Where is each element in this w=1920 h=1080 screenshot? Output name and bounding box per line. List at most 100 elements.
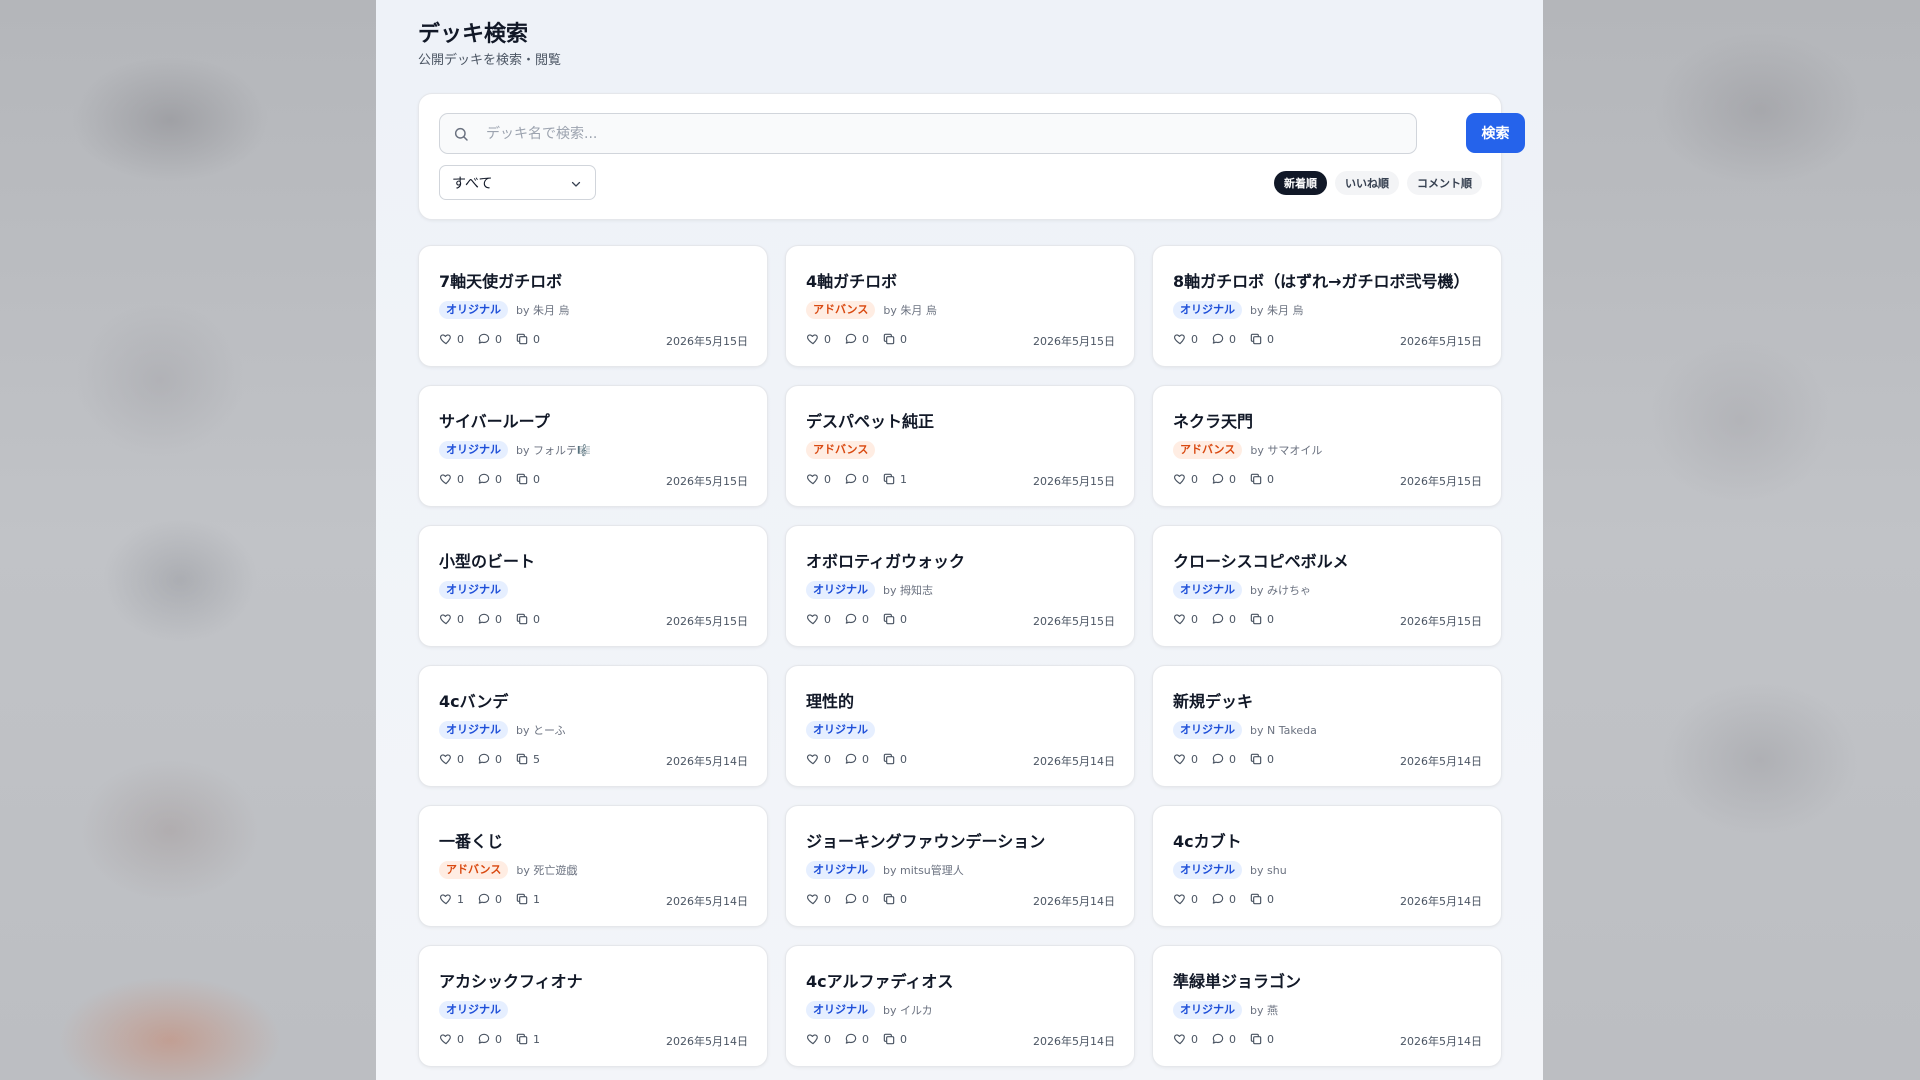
copies-count: 0 [1267, 472, 1274, 486]
likes-stat[interactable]: 0 [1173, 892, 1198, 906]
comments-stat[interactable]: 0 [477, 472, 502, 486]
comments-stat[interactable]: 0 [844, 612, 869, 626]
copies-stat[interactable]: 0 [1249, 612, 1274, 626]
deck-card[interactable]: アカシックフィオナ オリジナル 0 0 1 2026年5月14日 [418, 945, 768, 1067]
comments-stat[interactable]: 0 [477, 752, 502, 766]
deck-card[interactable]: デスパペット純正 アドバンス 0 0 1 2026年5月15日 [785, 385, 1135, 507]
sort-likes[interactable]: いいね順 [1335, 171, 1399, 195]
comments-stat[interactable]: 0 [844, 892, 869, 906]
comments-stat[interactable]: 0 [477, 892, 502, 906]
comments-stat[interactable]: 0 [1211, 752, 1236, 766]
copies-stat[interactable]: 1 [882, 472, 907, 486]
deck-card[interactable]: ネクラ天門 アドバンス by サマオイル 0 0 0 2026年5月15日 [1152, 385, 1502, 507]
deck-card[interactable]: 一番くじ アドバンス by 死亡遊戯 1 0 1 2026年5月14日 [418, 805, 768, 927]
deck-meta: アドバンス by サマオイル [1173, 441, 1322, 459]
comments-stat[interactable]: 0 [1211, 612, 1236, 626]
deck-type-badge: アドバンス [1173, 441, 1243, 459]
likes-stat[interactable]: 0 [1173, 752, 1198, 766]
likes-stat[interactable]: 0 [439, 752, 464, 766]
copy-icon [883, 613, 895, 625]
copies-stat[interactable]: 0 [1249, 892, 1274, 906]
comments-stat[interactable]: 0 [1211, 472, 1236, 486]
likes-stat[interactable]: 0 [1173, 612, 1198, 626]
deck-card[interactable]: クローシスコピペボルメ オリジナル by みけちゃ 0 0 0 2026年5月1… [1152, 525, 1502, 647]
likes-stat[interactable]: 0 [806, 332, 831, 346]
deck-card[interactable]: サイバーループ オリジナル by フォルテ🎼 0 0 0 2026年5月15日 [418, 385, 768, 507]
copies-stat[interactable]: 0 [1249, 1032, 1274, 1046]
deck-date: 2026年5月15日 [1400, 615, 1482, 628]
copies-count: 0 [533, 612, 540, 626]
copies-stat[interactable]: 0 [882, 612, 907, 626]
deck-card[interactable]: 準緑単ジョラゴン オリジナル by 燕 0 0 0 2026年5月14日 [1152, 945, 1502, 1067]
copies-stat[interactable]: 1 [515, 892, 540, 906]
deck-card[interactable]: 4cバンデ オリジナル by とーふ 0 0 5 2026年5月14日 [418, 665, 768, 787]
deck-author: by 朱月 烏 [1250, 304, 1304, 317]
copies-stat[interactable]: 0 [882, 892, 907, 906]
comments-stat[interactable]: 0 [477, 612, 502, 626]
likes-count: 0 [824, 332, 831, 346]
comment-icon [845, 333, 857, 344]
deck-meta: アドバンス by 死亡遊戯 [439, 861, 577, 879]
copies-stat[interactable]: 0 [515, 472, 540, 486]
deck-card[interactable]: 7軸天使ガチロボ オリジナル by 朱月 烏 0 0 0 2026年5月15日 [418, 245, 768, 367]
comments-count: 0 [862, 612, 869, 626]
comments-count: 0 [495, 892, 502, 906]
copies-stat[interactable]: 0 [1249, 752, 1274, 766]
deck-type-badge: オリジナル [439, 301, 508, 319]
likes-stat[interactable]: 0 [439, 1032, 464, 1046]
copies-stat[interactable]: 5 [515, 752, 540, 766]
comments-stat[interactable]: 0 [477, 332, 502, 346]
deck-type-badge: オリジナル [1173, 581, 1242, 599]
search-button[interactable]: 検索 [1466, 113, 1525, 153]
comments-count: 0 [495, 332, 502, 346]
comments-stat[interactable]: 0 [477, 1032, 502, 1046]
likes-stat[interactable]: 0 [439, 472, 464, 486]
copies-stat[interactable]: 0 [1249, 332, 1274, 346]
deck-type-badge: オリジナル [1173, 861, 1242, 879]
deck-card[interactable]: ジョーキングファウンデーション オリジナル by mitsu管理人 0 0 0 … [785, 805, 1135, 927]
copies-stat[interactable]: 0 [882, 752, 907, 766]
sort-newest[interactable]: 新着順 [1274, 171, 1327, 195]
deck-card[interactable]: 理性的 オリジナル 0 0 0 2026年5月14日 [785, 665, 1135, 787]
likes-stat[interactable]: 0 [1173, 1032, 1198, 1046]
copies-stat[interactable]: 0 [1249, 472, 1274, 486]
search-input[interactable] [486, 114, 1406, 153]
copies-count: 0 [533, 332, 540, 346]
deck-meta: オリジナル [439, 581, 508, 599]
comments-stat[interactable]: 0 [844, 752, 869, 766]
likes-stat[interactable]: 0 [806, 752, 831, 766]
deck-card[interactable]: 4軸ガチロボ アドバンス by 朱月 烏 0 0 0 2026年5月15日 [785, 245, 1135, 367]
deck-card[interactable]: 新規デッキ オリジナル by N Takeda 0 0 0 2026年5月14日 [1152, 665, 1502, 787]
copies-stat[interactable]: 0 [515, 332, 540, 346]
sort-comments[interactable]: コメント順 [1407, 171, 1482, 195]
likes-stat[interactable]: 0 [806, 472, 831, 486]
likes-stat[interactable]: 0 [806, 1032, 831, 1046]
likes-stat[interactable]: 0 [1173, 472, 1198, 486]
deck-card[interactable]: 8軸ガチロボ（はずれ→ガチロボ弐号機） オリジナル by 朱月 烏 0 0 0 … [1152, 245, 1502, 367]
deck-card[interactable]: 小型のビート オリジナル 0 0 0 2026年5月15日 [418, 525, 768, 647]
copies-stat[interactable]: 1 [515, 1032, 540, 1046]
comments-stat[interactable]: 0 [1211, 1032, 1236, 1046]
likes-stat[interactable]: 0 [1173, 332, 1198, 346]
likes-stat[interactable]: 0 [806, 892, 831, 906]
likes-stat[interactable]: 0 [439, 332, 464, 346]
comments-stat[interactable]: 0 [1211, 332, 1236, 346]
likes-stat[interactable]: 0 [806, 612, 831, 626]
copies-stat[interactable]: 0 [882, 1032, 907, 1046]
likes-stat[interactable]: 1 [439, 892, 464, 906]
copies-stat[interactable]: 0 [515, 612, 540, 626]
comments-stat[interactable]: 0 [1211, 892, 1236, 906]
filter-select[interactable]: すべて [439, 165, 596, 200]
comments-stat[interactable]: 0 [844, 332, 869, 346]
search-box[interactable] [439, 113, 1417, 154]
heart-icon [1173, 894, 1185, 905]
likes-stat[interactable]: 0 [439, 612, 464, 626]
copy-icon [1250, 1033, 1262, 1045]
deck-card[interactable]: 4cアルファディオス オリジナル by イルカ 0 0 0 2026年5月14日 [785, 945, 1135, 1067]
comments-stat[interactable]: 0 [844, 472, 869, 486]
deck-name: 新規デッキ [1173, 692, 1254, 711]
comments-stat[interactable]: 0 [844, 1032, 869, 1046]
deck-card[interactable]: 4cカブト オリジナル by shu 0 0 0 2026年5月14日 [1152, 805, 1502, 927]
copies-stat[interactable]: 0 [882, 332, 907, 346]
deck-card[interactable]: オボロティガウォック オリジナル by 拇知志 0 0 0 2026年5月15日 [785, 525, 1135, 647]
